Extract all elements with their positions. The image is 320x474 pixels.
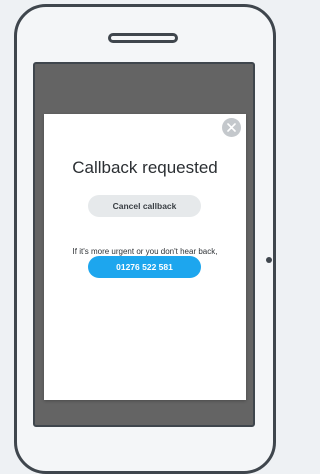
care-team-phone-button[interactable]: 01276 522 581 — [88, 256, 201, 278]
close-icon — [227, 123, 236, 132]
close-button[interactable] — [222, 118, 241, 137]
cancel-callback-button[interactable]: Cancel callback — [88, 195, 201, 217]
phone-speaker — [108, 33, 178, 43]
phone-side-button — [266, 257, 272, 263]
modal-title: Callback requested — [72, 158, 218, 177]
callback-modal: Callback requested Cancel callback If it… — [44, 114, 246, 400]
